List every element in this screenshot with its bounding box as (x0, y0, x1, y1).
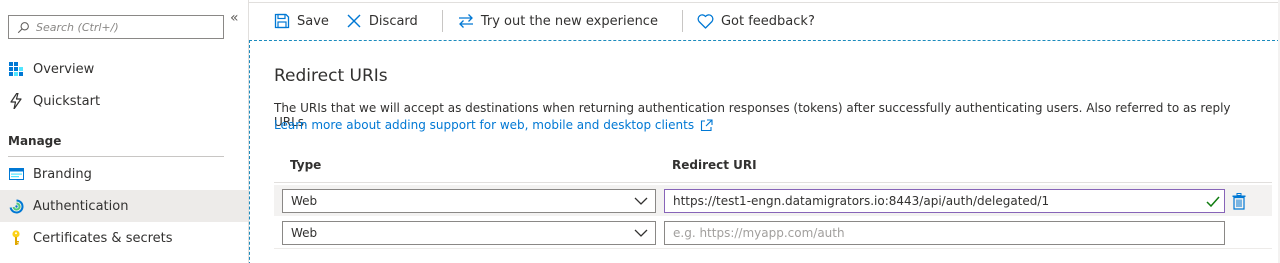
section-divider (8, 156, 224, 157)
sidebar-item-authentication[interactable]: Authentication (0, 190, 248, 222)
close-icon (345, 12, 363, 30)
page-title: Redirect URIs (274, 66, 388, 86)
overview-grid-icon (8, 61, 24, 77)
command-bar: Save Discard Try out the new experience … (249, 0, 1280, 42)
save-label: Save (297, 13, 329, 29)
chevron-down-icon (627, 197, 655, 205)
header-divider (274, 182, 1272, 183)
collapse-sidebar-button[interactable]: « (230, 10, 239, 26)
search-box[interactable] (8, 15, 224, 39)
row-divider (274, 248, 1272, 249)
trash-icon (1232, 192, 1246, 210)
feedback-button[interactable]: Got feedback? (697, 6, 823, 36)
learn-more-label: Learn more about adding support for web,… (274, 118, 695, 132)
sidebar-item-label: Authentication (33, 198, 129, 214)
sidebar-item-label: Certificates & secrets (33, 230, 173, 246)
swap-arrows-icon (457, 12, 475, 30)
redirect-uri-field[interactable] (664, 189, 1225, 213)
save-button[interactable]: Save (273, 6, 337, 36)
redirect-uri-field[interactable] (664, 221, 1225, 245)
sidebar-item-overview[interactable]: Overview (0, 53, 248, 85)
sidebar: « Overview Quickstart Manage (0, 0, 249, 263)
type-dropdown[interactable]: Web (282, 189, 656, 213)
learn-more-link[interactable]: Learn more about adding support for web,… (274, 118, 713, 132)
authentication-icon (8, 198, 24, 214)
discard-label: Discard (368, 13, 418, 29)
column-header-redirect-uri: Redirect URI (672, 158, 757, 172)
search-input[interactable] (36, 20, 216, 34)
redirect-uri-input[interactable] (673, 194, 1202, 208)
save-icon (273, 12, 291, 30)
section-heading-manage: Manage (8, 134, 62, 148)
try-new-experience-button[interactable]: Try out the new experience (457, 6, 666, 36)
type-dropdown[interactable]: Web (282, 221, 656, 245)
sidebar-item-label: Branding (33, 166, 92, 182)
sidebar-item-label: Overview (33, 61, 95, 77)
sidebar-item-branding[interactable]: Branding (0, 158, 248, 190)
redirect-uri-input[interactable] (673, 226, 1224, 240)
heart-icon (697, 12, 715, 30)
branding-icon (8, 166, 24, 182)
toolbar-divider (441, 10, 443, 32)
checkmark-icon (1202, 196, 1224, 207)
type-dropdown-value: Web (291, 194, 318, 208)
external-link-icon (701, 118, 713, 131)
type-dropdown-value: Web (291, 226, 318, 240)
delete-button[interactable] (1230, 191, 1248, 211)
chevron-down-icon (627, 229, 655, 237)
feedback-label: Got feedback? (720, 13, 815, 29)
toolbar-divider (681, 10, 683, 32)
sidebar-item-label: Quickstart (33, 93, 101, 109)
search-icon (17, 21, 29, 33)
key-icon (8, 230, 24, 246)
sidebar-item-certificates-secrets[interactable]: Certificates & secrets (0, 222, 248, 254)
lightning-icon (8, 93, 24, 109)
try-new-experience-label: Try out the new experience (480, 13, 658, 29)
sidebar-item-quickstart[interactable]: Quickstart (0, 85, 248, 117)
discard-button[interactable]: Discard (345, 6, 426, 36)
column-header-type: Type (290, 158, 322, 172)
